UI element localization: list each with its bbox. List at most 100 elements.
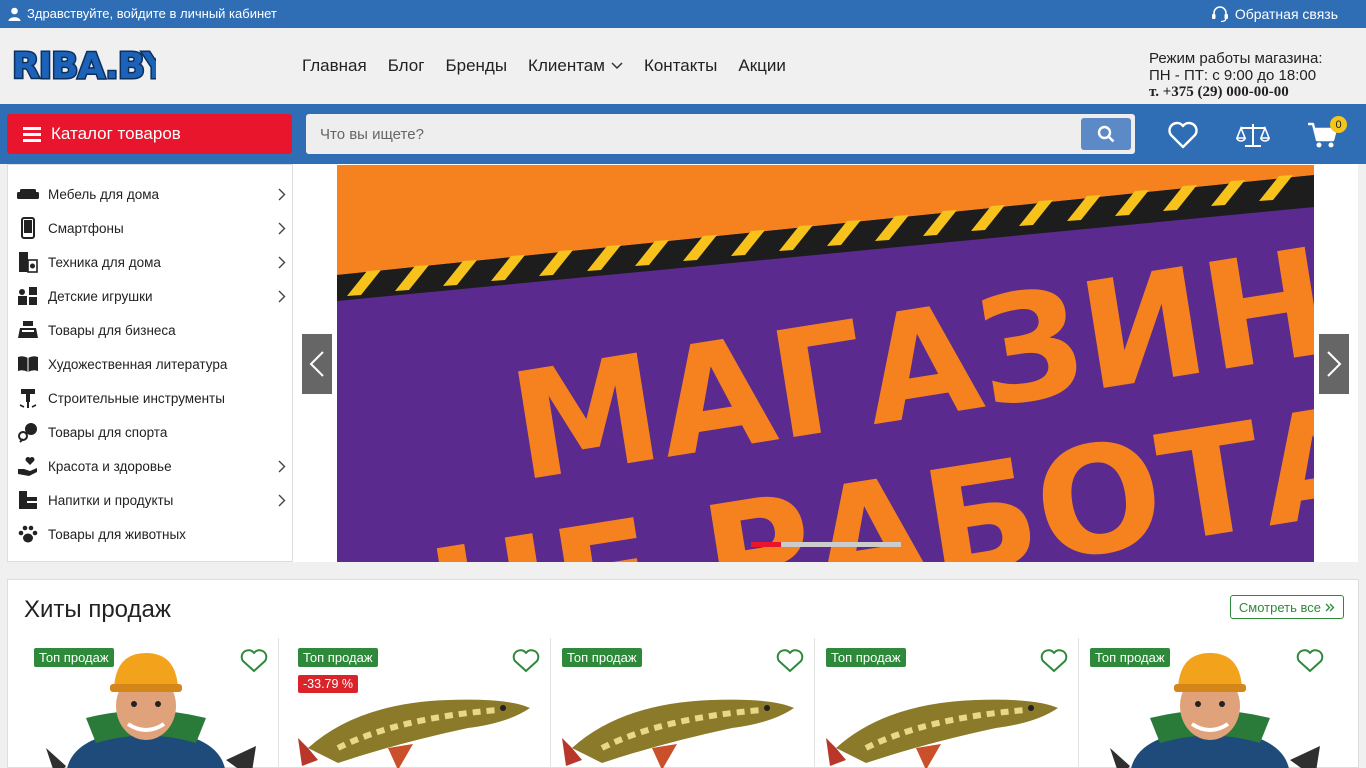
sidebar-item-label: Товары для спорта xyxy=(48,424,168,440)
bestsellers-section: Хиты продаж Смотреть все Топ продаж Топ … xyxy=(7,579,1359,768)
sidebar-item-label: Художественная литература xyxy=(48,356,228,372)
slider-dot[interactable] xyxy=(841,542,871,547)
sidebar-item-beauty[interactable]: Красота и здоровье xyxy=(16,449,286,483)
search-box xyxy=(306,114,1135,154)
slider-dot[interactable] xyxy=(781,542,811,547)
sidebar-item-pets[interactable]: Товары для животных xyxy=(16,517,286,551)
sidebar-item-food[interactable]: Напитки и продукты xyxy=(16,483,286,517)
heart-icon[interactable] xyxy=(512,649,540,673)
sidebar-item-label: Техника для дома xyxy=(48,254,161,270)
promo-banner[interactable]: МАГАЗИН НЕ РАБОТАЕТ xyxy=(337,165,1314,562)
chevron-right-icon xyxy=(278,188,286,201)
top-sales-badge: Топ продаж xyxy=(298,648,378,667)
heart-icon[interactable] xyxy=(1040,649,1068,673)
product-card[interactable]: Топ продаж xyxy=(816,638,1079,768)
see-all-button[interactable]: Смотреть все xyxy=(1229,595,1344,619)
sidebar-item-label: Товары для бизнеса xyxy=(48,322,176,338)
chevron-right-icon xyxy=(278,222,286,235)
category-sidebar: Мебель для дома Смартфоны Техника для до… xyxy=(7,164,293,562)
slider-dots xyxy=(751,542,901,547)
product-card[interactable]: Топ продаж -33.79 % xyxy=(288,638,551,768)
slider-dot[interactable] xyxy=(811,542,841,547)
banner-artwork: МАГАЗИН НЕ РАБОТАЕТ xyxy=(337,165,1314,562)
main-nav: Главная Блог Бренды Клиентам Контакты Ак… xyxy=(302,56,786,76)
sidebar-item-appliances[interactable]: Техника для дома xyxy=(16,245,286,279)
section-title: Хиты продаж xyxy=(24,596,171,623)
header: RIBA.BY RIBA.BY Главная Блог Бренды Клие… xyxy=(0,28,1366,104)
chevron-right-icon xyxy=(278,256,286,269)
nav-clients-label: Клиентам xyxy=(528,56,605,75)
chevron-right-icon xyxy=(278,460,286,473)
appliance-icon xyxy=(16,250,40,274)
login-link[interactable]: Здравствуйте, войдите в личный кабинет xyxy=(8,6,277,21)
sidebar-item-label: Строительные инструменты xyxy=(48,390,225,406)
see-all-label: Смотреть все xyxy=(1238,599,1321,615)
discount-badge: -33.79 % xyxy=(298,675,359,693)
heart-hand-icon xyxy=(16,454,40,478)
catalog-label: Каталог товаров xyxy=(51,124,181,143)
sidebar-item-tools[interactable]: Строительные инструменты xyxy=(16,381,286,415)
menu-icon xyxy=(23,126,41,142)
slider-dot[interactable] xyxy=(751,542,781,547)
chevron-right-icon xyxy=(278,494,286,507)
cart-count-badge: 0 xyxy=(1330,116,1347,133)
chevron-right-icon xyxy=(1327,351,1342,377)
phone-number[interactable]: т. +375 (29) 000-00-00 xyxy=(1149,84,1323,101)
sidebar-item-toys[interactable]: Детские игрушки xyxy=(16,279,286,313)
puzzle-icon xyxy=(16,284,40,308)
food-icon xyxy=(16,488,40,512)
sidebar-item-sport[interactable]: Товары для спорта xyxy=(16,415,286,449)
heart-icon xyxy=(1168,121,1198,149)
sidebar-item-label: Товары для животных xyxy=(48,526,186,542)
top-sales-badge: Топ продаж xyxy=(1090,648,1170,667)
slider-prev-button[interactable] xyxy=(302,334,332,394)
compare-button[interactable] xyxy=(1236,118,1270,152)
sidebar-item-literature[interactable]: Художественная литература xyxy=(16,347,286,381)
nav-blog[interactable]: Блог xyxy=(388,56,425,76)
sport-icon xyxy=(16,420,40,444)
paw-icon xyxy=(16,522,40,546)
slider-dot[interactable] xyxy=(871,542,901,547)
heart-icon[interactable] xyxy=(776,649,804,673)
sidebar-item-business[interactable]: Товары для бизнеса xyxy=(16,313,286,347)
search-button[interactable] xyxy=(1081,118,1131,150)
work-hours: Режим работы магазина: ПН - ПТ: с 9:00 д… xyxy=(1149,50,1323,101)
sidebar-item-furniture[interactable]: Мебель для дома xyxy=(16,177,286,211)
sofa-icon xyxy=(16,182,40,206)
double-chevron-right-icon xyxy=(1325,603,1335,611)
nav-contacts[interactable]: Контакты xyxy=(644,56,717,76)
slider-next-button[interactable] xyxy=(1319,334,1349,394)
chevron-left-icon xyxy=(309,351,324,377)
product-card[interactable]: Топ продаж xyxy=(552,638,815,768)
nav-clients[interactable]: Клиентам xyxy=(528,56,623,76)
sidebar-item-label: Смартфоны xyxy=(48,220,124,236)
sidebar-item-label: Красота и здоровье xyxy=(48,458,172,474)
toolbar: Каталог товаров xyxy=(0,104,1366,164)
drill-icon xyxy=(16,386,40,410)
top-sales-badge: Топ продаж xyxy=(826,648,906,667)
login-text: Здравствуйте, войдите в личный кабинет xyxy=(27,6,277,21)
search-input[interactable] xyxy=(306,114,1076,154)
feedback-text: Обратная связь xyxy=(1234,6,1338,22)
catalog-button[interactable]: Каталог товаров xyxy=(7,114,292,154)
book-icon xyxy=(16,352,40,376)
sidebar-item-label: Детские игрушки xyxy=(48,288,153,304)
chevron-right-icon xyxy=(278,290,286,303)
product-card[interactable]: Топ продаж xyxy=(1080,638,1350,768)
cash-register-icon xyxy=(16,318,40,342)
top-sales-badge: Топ продаж xyxy=(34,648,114,667)
heart-icon[interactable] xyxy=(240,649,268,673)
feedback-link[interactable]: Обратная связь xyxy=(1211,6,1338,22)
heart-icon[interactable] xyxy=(1296,649,1324,673)
nav-brands[interactable]: Бренды xyxy=(445,56,507,76)
search-icon xyxy=(1097,125,1115,143)
sidebar-item-label: Напитки и продукты xyxy=(48,492,174,508)
wishlist-button[interactable] xyxy=(1166,118,1200,152)
sidebar-item-smartphones[interactable]: Смартфоны xyxy=(16,211,286,245)
nav-promotions[interactable]: Акции xyxy=(738,56,786,76)
site-logo[interactable]: RIBA.BY RIBA.BY xyxy=(8,40,157,89)
hours-value: ПН - ПТ: с 9:00 до 18:00 xyxy=(1149,67,1317,84)
nav-home[interactable]: Главная xyxy=(302,56,367,76)
product-card[interactable]: Топ продаж xyxy=(16,638,279,768)
user-icon xyxy=(8,7,21,21)
